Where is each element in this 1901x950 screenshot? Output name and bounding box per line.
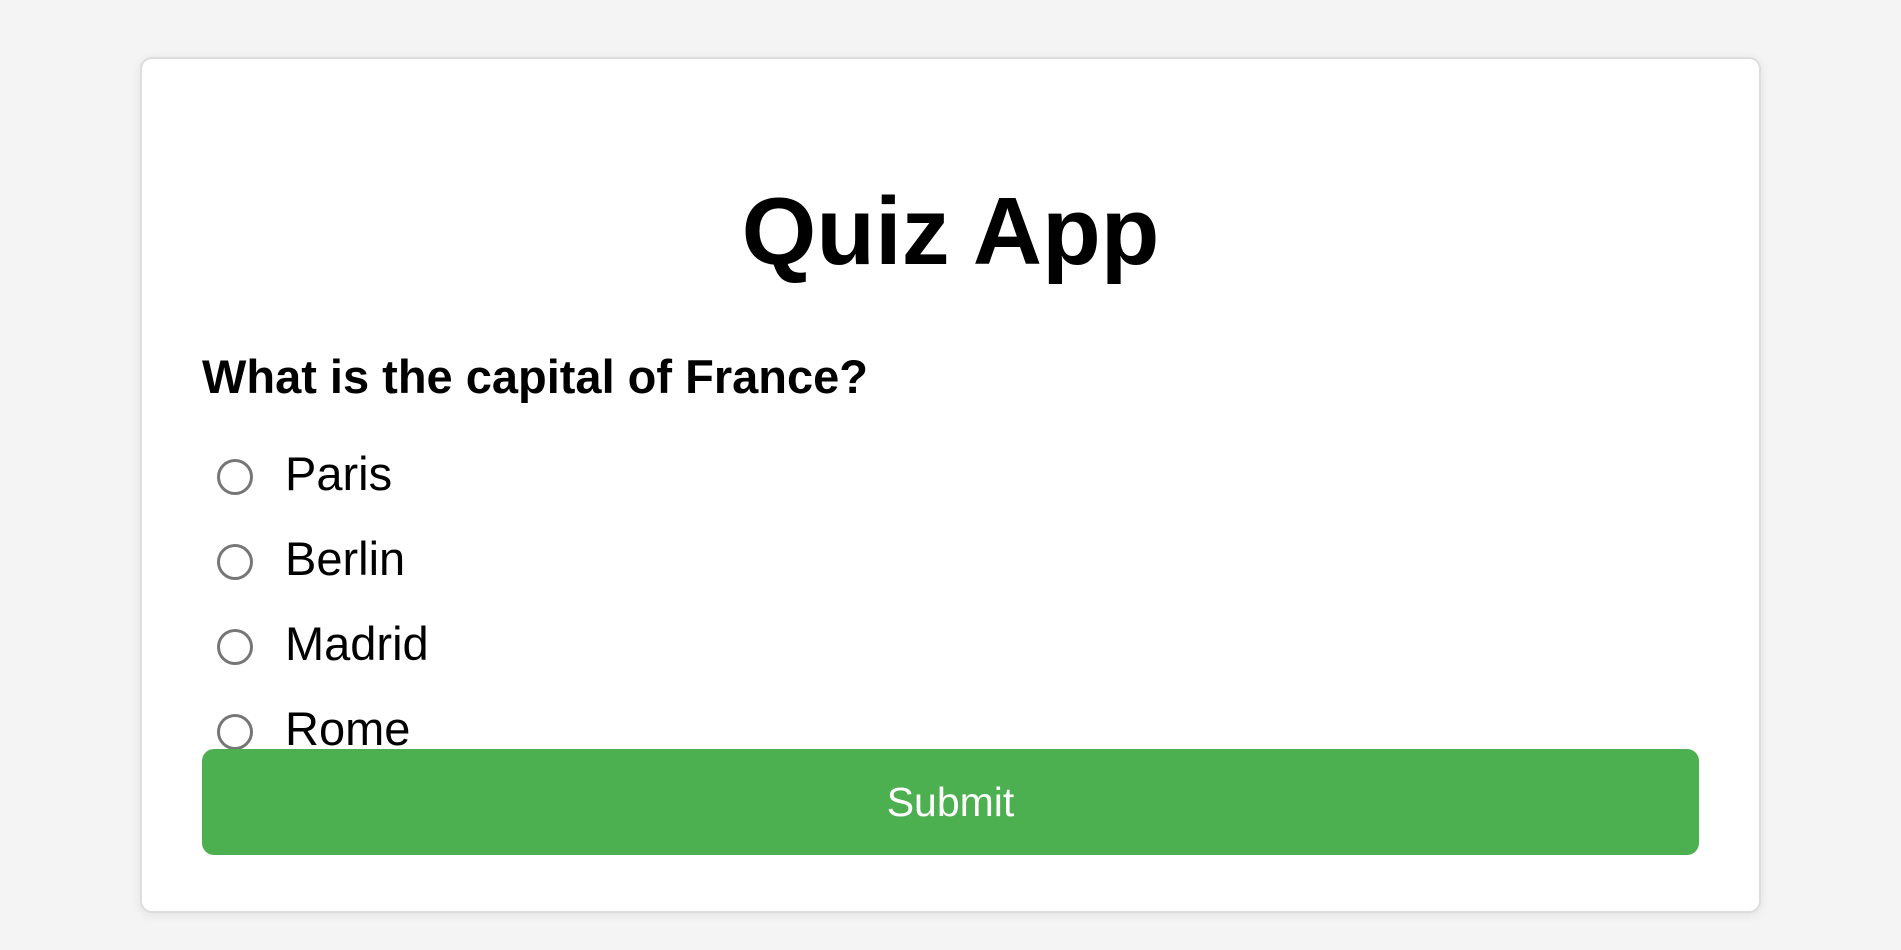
question-text: What is the capital of France? [202,350,868,403]
quiz-card: Quiz App What is the capital of France? … [140,57,1761,913]
answer-options: Paris Berlin Madrid Rome [217,431,1117,771]
radio-unchecked-icon[interactable] [217,458,253,495]
option-madrid[interactable]: Madrid [217,601,1117,686]
option-berlin[interactable]: Berlin [217,516,1117,601]
page-title: Quiz App [741,178,1160,285]
radio-unchecked-icon[interactable] [217,628,253,665]
option-label[interactable]: Madrid [285,616,429,672]
option-paris[interactable]: Paris [217,431,1117,516]
submit-button[interactable]: Submit [202,749,1699,855]
option-label[interactable]: Berlin [285,531,405,587]
option-label[interactable]: Paris [285,446,392,502]
radio-unchecked-icon[interactable] [217,713,253,750]
radio-unchecked-icon[interactable] [217,543,253,580]
